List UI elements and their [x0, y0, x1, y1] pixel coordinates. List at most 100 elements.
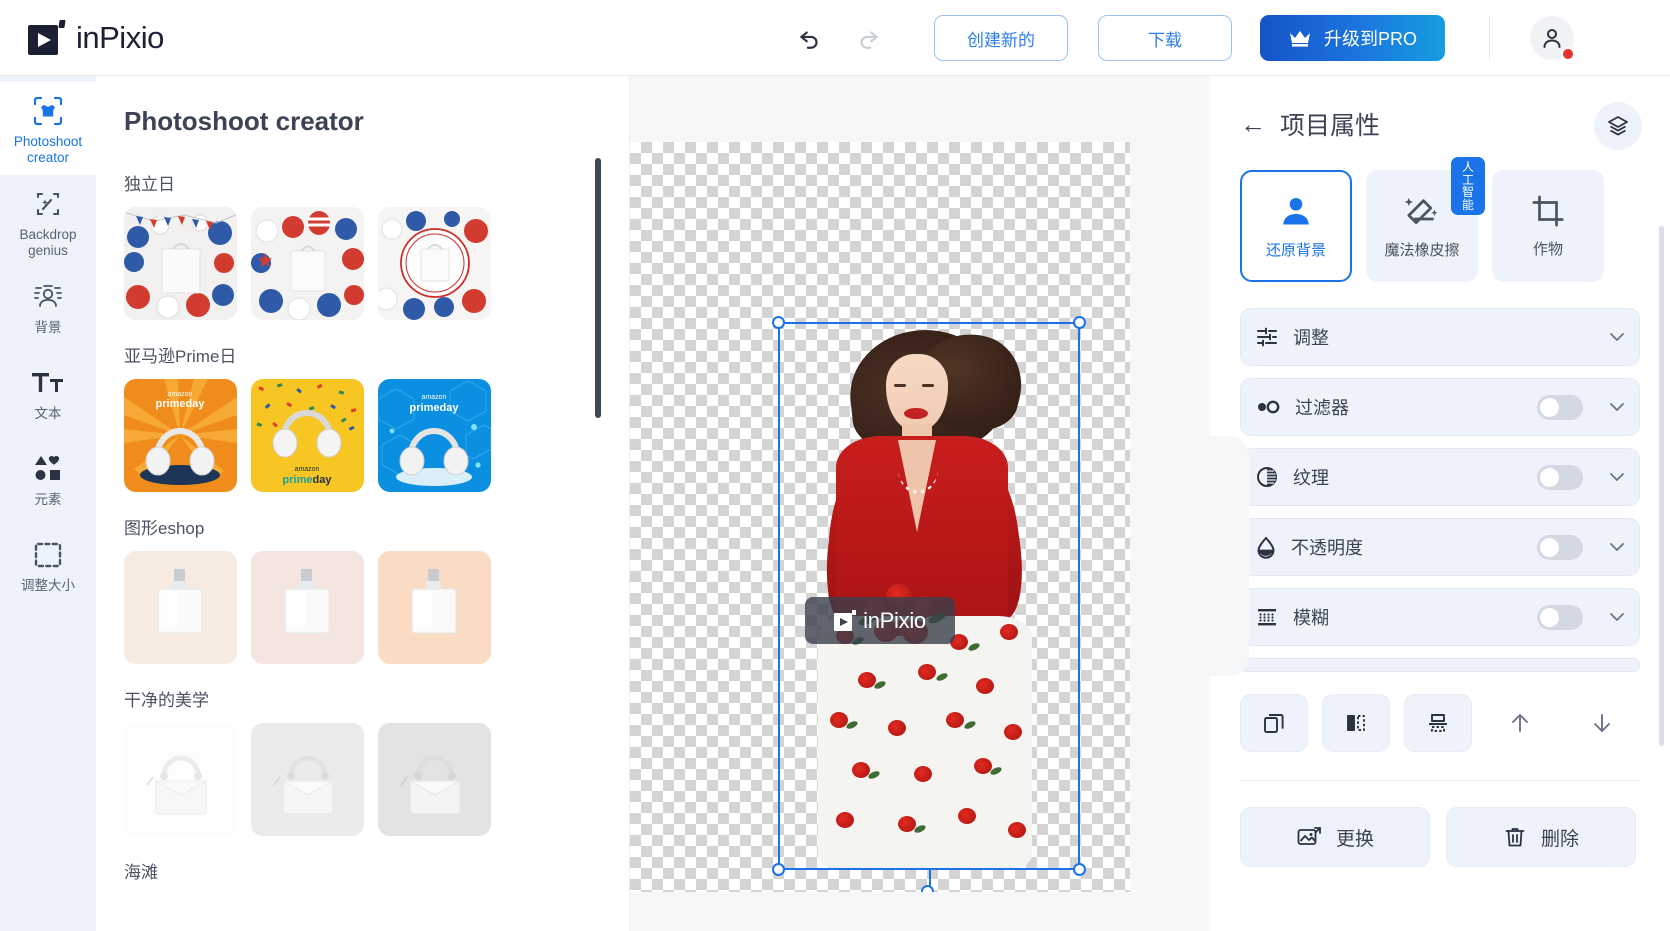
selection-box[interactable]: [772, 316, 1086, 892]
template-thumb-independence-flags[interactable]: [251, 207, 364, 320]
template-thumb-primeday-blue[interactable]: amazon primeday: [378, 379, 491, 492]
property-list: 调整 过滤器 纹理 不透明度 模糊: [1240, 308, 1640, 672]
property-row-adjust[interactable]: 调整: [1240, 308, 1640, 366]
avatar[interactable]: [1530, 16, 1576, 61]
template-thumb-primeday-orange[interactable]: amazon primeday: [124, 379, 237, 492]
watermark-logo-icon: [834, 609, 857, 632]
property-row-next-partial[interactable]: [1240, 658, 1640, 672]
flip-horizontal-button[interactable]: [1322, 694, 1390, 752]
resize-handle-top-left[interactable]: [772, 316, 785, 329]
template-thumb-handbag-white[interactable]: [124, 723, 237, 836]
undo-button[interactable]: [790, 18, 830, 58]
template-thumb-perfume-blush[interactable]: [251, 551, 364, 664]
flip-vertical-button[interactable]: [1404, 694, 1472, 752]
rotate-handle[interactable]: [921, 885, 934, 892]
left-rail: Photoshoot creator Backdrop genius 背景 文本…: [0, 76, 96, 931]
template-panel-scrollbar[interactable]: [595, 158, 601, 418]
template-thumb-handbag-light-grey[interactable]: [251, 723, 364, 836]
brand-name: inPixio: [76, 19, 164, 55]
sidebar-item-elements[interactable]: 元素: [0, 440, 96, 526]
property-row-opacity[interactable]: 不透明度: [1240, 518, 1640, 576]
top-bar-actions: 创建新的 下载 升级到PRO: [790, 0, 1576, 76]
template-thumb-independence-bunting[interactable]: [124, 207, 237, 320]
blur-icon: [1258, 609, 1276, 626]
template-thumb-primeday-confetti[interactable]: amazon primeday: [251, 379, 364, 492]
crown-icon: [1290, 31, 1310, 47]
texture-contrast-icon: [1257, 467, 1277, 487]
ai-badge: 人工智能: [1451, 157, 1485, 216]
template-group-title: 图形eshop: [124, 519, 205, 538]
property-label: 调整: [1293, 328, 1329, 348]
replace-label: 更换: [1335, 828, 1374, 850]
layers-button[interactable]: [1594, 102, 1642, 150]
chevron-down-icon[interactable]: [1609, 402, 1625, 412]
watermark: inPixio: [805, 597, 955, 644]
app-logo[interactable]: inPixio: [28, 19, 164, 57]
tool-card-label: 作物: [1532, 240, 1563, 258]
property-toggle-blur[interactable]: [1537, 604, 1583, 630]
delete-button[interactable]: 删除: [1446, 807, 1636, 867]
template-thumb-independence-circle[interactable]: [378, 207, 491, 320]
download-button[interactable]: 下载: [1098, 15, 1232, 61]
chevron-down-icon[interactable]: [1609, 542, 1625, 552]
tool-card-magic-eraser[interactable]: 人工智能 魔法橡皮擦: [1366, 157, 1485, 282]
duplicate-button[interactable]: [1240, 694, 1308, 752]
upgrade-pro-label: 升级到PRO: [1324, 29, 1418, 49]
property-toggle-texture[interactable]: [1537, 464, 1583, 490]
flip-horizontal-icon: [1347, 715, 1365, 731]
tool-card-label: 还原背景: [1265, 241, 1326, 259]
resize-handle-top-right[interactable]: [1073, 316, 1086, 329]
sidebar-item-text[interactable]: 文本: [0, 354, 96, 440]
panel-divider: [1240, 780, 1640, 781]
sidebar-item-background[interactable]: 背景: [0, 268, 96, 354]
sidebar-item-label: 背景: [34, 320, 62, 336]
canvas-area: inPixio: [630, 76, 1210, 931]
download-label: 下载: [1148, 30, 1182, 50]
page-title: Photoshoot creator: [124, 106, 364, 136]
back-arrow-icon[interactable]: ←: [1240, 111, 1266, 137]
chevron-down-icon[interactable]: [1609, 332, 1625, 342]
property-toggle-opacity[interactable]: [1537, 534, 1583, 560]
person-icon: [1283, 197, 1309, 224]
template-group: 图形eshop: [124, 514, 629, 664]
bring-forward-button[interactable]: [1486, 694, 1554, 752]
sidebar-item-backdrop-genius[interactable]: Backdrop genius: [0, 175, 96, 268]
arrow-up-icon: [1512, 714, 1528, 732]
chevron-down-icon[interactable]: [1609, 472, 1625, 482]
resize-handle-bottom-right[interactable]: [1073, 863, 1086, 876]
chevron-down-icon[interactable]: [1609, 612, 1625, 622]
magic-eraser-icon: [1404, 197, 1438, 224]
template-thumb-perfume-peach[interactable]: [378, 551, 491, 664]
undo-arrow-icon: [800, 31, 818, 49]
template-thumb-handbag-grey[interactable]: [378, 723, 491, 836]
property-label: 过滤器: [1295, 398, 1349, 418]
create-new-button[interactable]: 创建新的: [934, 15, 1068, 61]
svg-text:primeday: primeday: [156, 398, 206, 410]
sidebar-item-photoshoot-creator[interactable]: Photoshoot creator: [0, 82, 96, 176]
replace-button[interactable]: 更换: [1240, 807, 1430, 867]
opacity-droplet-icon: [1257, 536, 1275, 559]
flip-vertical-icon: [1429, 714, 1447, 732]
property-row-filter[interactable]: 过滤器: [1240, 378, 1640, 436]
crop-icon: [1532, 194, 1564, 227]
delete-label: 删除: [1540, 828, 1579, 850]
tool-card-restore-background[interactable]: 还原背景: [1240, 170, 1352, 282]
template-group: 亚马逊Prime日 amazon primeday amazon primeda…: [124, 342, 629, 492]
sidebar-item-resize[interactable]: 调整大小: [0, 526, 96, 612]
property-row-blur[interactable]: 模糊: [1240, 588, 1640, 646]
property-row-texture[interactable]: 纹理: [1240, 448, 1640, 506]
background-person-icon: [32, 280, 64, 314]
property-label: 纹理: [1293, 468, 1329, 488]
watermark-label: inPixio: [863, 607, 926, 633]
artboard[interactable]: inPixio: [630, 142, 1130, 892]
template-thumb-perfume-cream[interactable]: [124, 551, 237, 664]
send-backward-button[interactable]: [1568, 694, 1636, 752]
resize-dashed-icon: [33, 538, 63, 572]
upgrade-pro-button[interactable]: 升级到PRO: [1260, 15, 1446, 61]
property-toggle-filter[interactable]: [1537, 394, 1583, 420]
resize-handle-bottom-left[interactable]: [772, 863, 785, 876]
properties-title: 项目属性: [1280, 112, 1381, 140]
tool-card-crop[interactable]: 作物: [1492, 170, 1604, 282]
properties-panel-scrollbar[interactable]: [1659, 226, 1664, 746]
redo-button[interactable]: [848, 18, 888, 58]
